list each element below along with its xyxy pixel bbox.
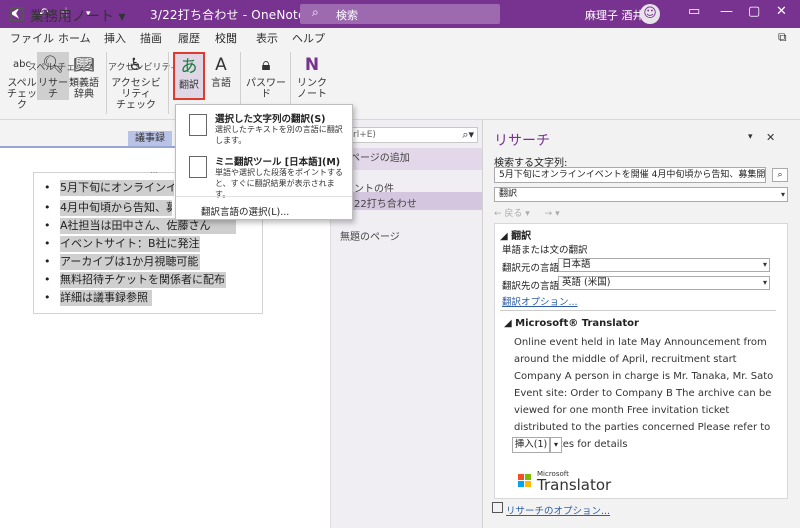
language-button[interactable]: A 言語	[207, 52, 235, 89]
menu-bar: ファイル ホーム 挿入 描画 履歴 校閲 表示 ヘルプ ⧉	[0, 28, 800, 48]
note-line[interactable]: イベントサイト：B社に発注	[60, 236, 200, 252]
insert-dropdown-button[interactable]: ▾	[550, 437, 562, 453]
note-line[interactable]: 詳細は議事録参照	[60, 290, 152, 306]
to-language-value: 英語 (米国)	[562, 277, 611, 288]
bullet: •	[44, 219, 51, 232]
research-options-link[interactable]: リサーチのオプション...	[506, 503, 610, 517]
tab-history[interactable]: 履歴	[178, 30, 200, 46]
tab-file[interactable]: ファイル	[10, 30, 54, 46]
linked-notes-button[interactable]: N リンク ノート	[296, 52, 328, 100]
section-tab[interactable]: 議事録	[128, 131, 172, 146]
translate-selection-item[interactable]: 選択した文字列の翻訳(S)	[215, 111, 326, 125]
chevron-down-icon: ▾	[780, 190, 785, 199]
restore-button[interactable]: ▢	[748, 4, 760, 19]
minimize-button[interactable]: —	[720, 4, 733, 19]
page-item[interactable]: 無題のページ	[340, 228, 400, 243]
translate-section-header[interactable]: ◢ 翻訳	[500, 227, 531, 242]
bullet: •	[44, 291, 51, 304]
choose-language-item[interactable]: 翻訳言語の選択(L)...	[201, 204, 289, 218]
from-language-value: 日本語	[562, 259, 591, 270]
search-placeholder: 検索	[336, 9, 358, 22]
notebook-icon	[10, 7, 24, 21]
translate-button[interactable]: あ 翻訳	[173, 52, 205, 100]
thesaurus-label: 類義語 辞典	[69, 78, 99, 100]
from-language-select[interactable]: 日本語 ▾	[558, 258, 770, 272]
logo-text: Translator	[537, 476, 612, 494]
page-search-placeholder: rl+E)	[353, 130, 376, 140]
lock-icon: 🔒︎	[261, 55, 271, 75]
research-title: リサーチ	[494, 133, 550, 149]
notebook-pane-icon[interactable]: ⧉	[778, 30, 787, 45]
bullet: •	[44, 273, 51, 286]
search-icon[interactable]: ⌕▾	[462, 128, 474, 142]
bullet: •	[44, 255, 51, 268]
group-spell-check: スペル チェック	[28, 63, 94, 73]
service-value: 翻訳	[499, 189, 518, 199]
search-icon: ⌕	[312, 5, 319, 19]
pane-options-icon[interactable]: ▾	[748, 132, 753, 142]
user-name[interactable]: 麻理子 酒井	[585, 7, 644, 23]
bullet: •	[44, 201, 51, 214]
onenote-icon: N	[304, 55, 320, 75]
note-grip[interactable]: ⋯	[150, 168, 158, 177]
bullet: •	[44, 181, 51, 194]
ms-translator-header[interactable]: ◢ Microsoft® Translator	[504, 318, 639, 329]
forward-button[interactable]: →	[545, 209, 553, 219]
accessibility-label: アクセシビリティ チェック	[111, 78, 161, 111]
search-box[interactable]: ⌕ 検索	[300, 4, 500, 24]
avatar[interactable]: ☺	[640, 4, 660, 24]
tab-draw[interactable]: 描画	[140, 30, 162, 46]
window-title: 3/22打ち合わせ - OneNote	[150, 8, 306, 22]
options-icon	[492, 502, 503, 513]
translate-selection-desc: 選択したテキストを別の言語に翻訳します。	[215, 125, 343, 145]
chevron-down-icon: ▾	[762, 278, 767, 287]
research-search-input[interactable]: 5月下旬にオンラインイベントを開催 4月中旬頃から告知、募集開始 A社担	[494, 167, 766, 183]
note-line[interactable]: 5月下旬にオンラインイベ	[60, 180, 174, 196]
translate-document-icon	[189, 114, 207, 136]
page-item-label: 22打ち合わせ	[354, 199, 417, 210]
notebook-title[interactable]: 業務用ノート ▾	[30, 6, 125, 26]
ribbon-separator	[106, 52, 107, 114]
ribbon-separator	[168, 52, 169, 114]
page-search-input[interactable]: rl+E) ⌕▾	[338, 127, 478, 143]
tab-insert[interactable]: 挿入	[104, 30, 126, 46]
password-button[interactable]: 🔒︎ パスワード	[246, 52, 286, 100]
microsoft-logo-icon	[518, 474, 531, 487]
mini-translator-item[interactable]: ミニ翻訳ツール [日本語](M)	[215, 154, 340, 168]
translate-label: 翻訳	[179, 80, 199, 91]
linked-notes-label: リンク ノート	[297, 78, 327, 100]
tab-home[interactable]: ホーム	[58, 30, 91, 46]
back-button[interactable]: ← 戻る	[494, 209, 522, 219]
insert-button[interactable]: 挿入(1)	[512, 437, 550, 453]
research-nav: ← 戻る ▾ → ▾	[494, 209, 560, 219]
research-go-button[interactable]: ⌕	[772, 168, 788, 182]
password-label: パスワード	[246, 78, 286, 100]
close-button[interactable]: ✕	[776, 4, 787, 19]
note-line[interactable]: 4月中旬頃から告知、募	[60, 200, 172, 216]
mini-translator-icon	[189, 156, 207, 178]
from-language-label: 翻訳元の言語	[502, 263, 560, 274]
menu-divider	[176, 196, 352, 197]
bullet: •	[44, 237, 51, 250]
research-label: リサーチ	[38, 78, 68, 100]
note-line[interactable]: A社担当は田中さん、佐藤さん	[60, 218, 236, 234]
spell-check-label: スペル チェック	[7, 78, 37, 111]
to-language-label: 翻訳先の言語	[502, 281, 560, 292]
note-line[interactable]: アーカイブは1か月視聴可能	[60, 254, 200, 270]
divider	[500, 310, 776, 311]
to-language-select[interactable]: 英語 (米国) ▾	[558, 276, 770, 290]
tab-view[interactable]: 表示	[256, 30, 278, 46]
research-service-select[interactable]: 翻訳 ▾	[494, 187, 788, 202]
chevron-down-icon: ▾	[762, 260, 767, 269]
translation-options-link[interactable]: 翻訳オプション...	[502, 294, 578, 308]
language-icon: A	[215, 55, 227, 75]
translate-subtitle: 単語または文の翻訳	[502, 245, 588, 256]
translation-result: Online event held in late May Announceme…	[514, 337, 774, 450]
note-line[interactable]: 無料招待チケットを関係者に配布	[60, 272, 226, 288]
language-label: 言語	[211, 78, 231, 89]
translate-icon: あ	[180, 57, 198, 77]
close-icon[interactable]: ✕	[766, 131, 775, 144]
ribbon-display-icon[interactable]: ▭	[688, 4, 700, 19]
tab-help[interactable]: ヘルプ	[292, 30, 325, 46]
